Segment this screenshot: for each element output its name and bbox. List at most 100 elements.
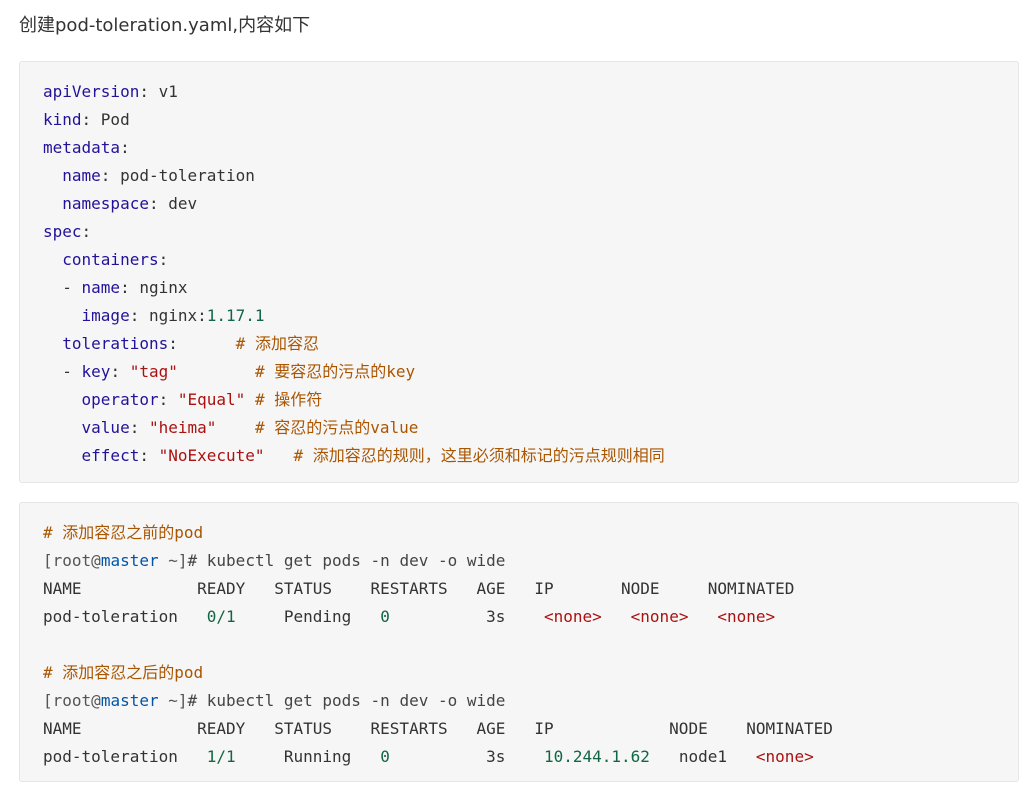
intro-text: 创建pod-toleration.yaml,内容如下 [19, 15, 311, 36]
yaml-key: containers [62, 250, 159, 269]
yaml-string: "tag" [129, 362, 178, 381]
yaml-comment: # 添加容忍 [235, 334, 319, 353]
shell-code-block[interactable]: # 添加容忍之前的pod [root@master ~]# kubectl ge… [19, 502, 1019, 782]
code-line: operator: "Equal" # 操作符 [81, 390, 323, 409]
yaml-value: pod-toleration [120, 166, 255, 185]
shell-command: # kubectl get pods -n dev -o wide [187, 691, 506, 710]
shell-comment: # 添加容忍之后的pod [43, 663, 204, 682]
yaml-value: Pod [100, 110, 130, 129]
yaml-key: name [62, 166, 101, 185]
code-line: spec: [43, 222, 92, 241]
yaml-key: tolerations [62, 334, 169, 353]
yaml-key: apiVersion [43, 82, 140, 101]
yaml-key: image [81, 306, 130, 325]
col-age-header: AGE [476, 719, 506, 738]
prompt-rest: ~] [158, 551, 188, 570]
table-row: pod-toleration 1/1 Running 0 3s 10.244.1… [43, 743, 995, 771]
table-row: pod-toleration 0/1 Pending 0 3s <none> <… [43, 603, 995, 631]
yaml-key: kind [43, 110, 82, 129]
code-line: metadata: [43, 138, 130, 157]
code-line: apiVersion: v1 [43, 82, 178, 101]
shell-comment: # 添加容忍之前的pod [43, 523, 204, 542]
col-nominated-header: NOMINATED [707, 579, 795, 598]
yaml-key: name [81, 278, 121, 297]
col-ip-header: IP [534, 719, 554, 738]
yaml-string: "Equal" [177, 390, 246, 409]
yaml-key: effect [81, 446, 140, 465]
col-node-header: NODE [621, 579, 660, 598]
yaml-version: 1.17.1 [206, 306, 265, 325]
yaml-string: "heima" [148, 418, 217, 437]
code-line: - key: "tag" # 要容忍的污点的key [43, 362, 416, 381]
prompt-at: @ [91, 551, 101, 570]
code-line: # 添加容忍之前的pod [43, 519, 995, 547]
prompt-host: master [100, 691, 159, 710]
code-line: [root@master ~]# kubectl get pods -n dev… [43, 687, 995, 715]
yaml-key: key [81, 362, 111, 381]
yaml-comment: # 要容忍的污点的key [254, 362, 416, 381]
cell-node: <none> [630, 607, 689, 626]
yaml-string: "NoExecute" [158, 446, 265, 465]
code-line: image: nginx:1.17.1 [81, 306, 265, 325]
cell-nominated: <none> [755, 747, 814, 766]
cell-ip: 10.244.1.62 [543, 747, 650, 766]
prompt-rest: ~] [158, 691, 188, 710]
cell-ready: 0/1 [206, 607, 236, 626]
yaml-value: nginx: [148, 306, 207, 325]
cell-status: Running [283, 747, 352, 766]
col-name-header: NAME [43, 719, 82, 738]
shell-command: # kubectl get pods -n dev -o wide [187, 551, 506, 570]
col-name-header: NAME [43, 579, 82, 598]
col-node-header: NODE [669, 719, 708, 738]
code-line: namespace: dev [62, 194, 198, 213]
col-ready-header: READY [197, 579, 246, 598]
prompt-at: @ [91, 691, 101, 710]
col-nominated-header: NOMINATED [746, 719, 833, 738]
col-status-header: STATUS [274, 579, 332, 598]
yaml-comment: # 容忍的污点的value [254, 418, 419, 437]
table-header: NAME READY STATUS RESTARTS AGE IP NODE N… [43, 715, 995, 743]
cell-node: node1 [678, 747, 727, 766]
prompt-host: master [100, 551, 159, 570]
col-restarts-header: RESTARTS [370, 719, 448, 738]
col-restarts-header: RESTARTS [370, 579, 448, 598]
code-line: tolerations: # 添加容忍 [62, 334, 319, 353]
yaml-value: v1 [158, 82, 178, 101]
cell-restarts: 0 [380, 747, 390, 766]
yaml-key: operator [81, 390, 159, 409]
yaml-value: nginx [139, 278, 188, 297]
cell-ip: <none> [543, 607, 602, 626]
table-header: NAME READY STATUS RESTARTS AGE IP NODE N… [43, 575, 995, 603]
cell-age: 3s [486, 747, 506, 766]
col-status-header: STATUS [274, 719, 332, 738]
col-ip-header: IP [534, 579, 554, 598]
yaml-key: value [81, 418, 130, 437]
yaml-code-block[interactable]: apiVersion: v1 kind: Pod metadata: name:… [19, 61, 1019, 483]
yaml-value: dev [168, 194, 198, 213]
code-line: effect: "NoExecute" # 添加容忍的规则，这里必须和标记的污点… [81, 446, 665, 465]
code-line: [root@master ~]# kubectl get pods -n dev… [43, 547, 995, 575]
yaml-key: metadata [43, 138, 121, 157]
col-age-header: AGE [476, 579, 506, 598]
code-line: - name: nginx [43, 278, 188, 297]
yaml-comment: # 添加容忍的规则，这里必须和标记的污点规则相同 [293, 446, 665, 465]
code-line: value: "heima" # 容忍的污点的value [81, 418, 419, 437]
col-ready-header: READY [197, 719, 246, 738]
yaml-comment: # 操作符 [254, 390, 323, 409]
code-line: name: pod-toleration [62, 166, 255, 185]
prompt-user: [root [43, 551, 92, 570]
cell-restarts: 0 [380, 607, 390, 626]
yaml-key: namespace [62, 194, 149, 213]
prompt-user: [root [43, 691, 92, 710]
code-line: # 添加容忍之后的pod [43, 659, 995, 687]
cell-nominated: <none> [717, 607, 776, 626]
cell-name: pod-toleration [43, 607, 178, 626]
code-line: kind: Pod [43, 110, 130, 129]
cell-name: pod-toleration [43, 747, 178, 766]
cell-ready: 1/1 [206, 747, 236, 766]
cell-age: 3s [486, 607, 506, 626]
yaml-key: spec [43, 222, 82, 241]
cell-status: Pending [283, 607, 352, 626]
code-line: containers: [62, 250, 169, 269]
